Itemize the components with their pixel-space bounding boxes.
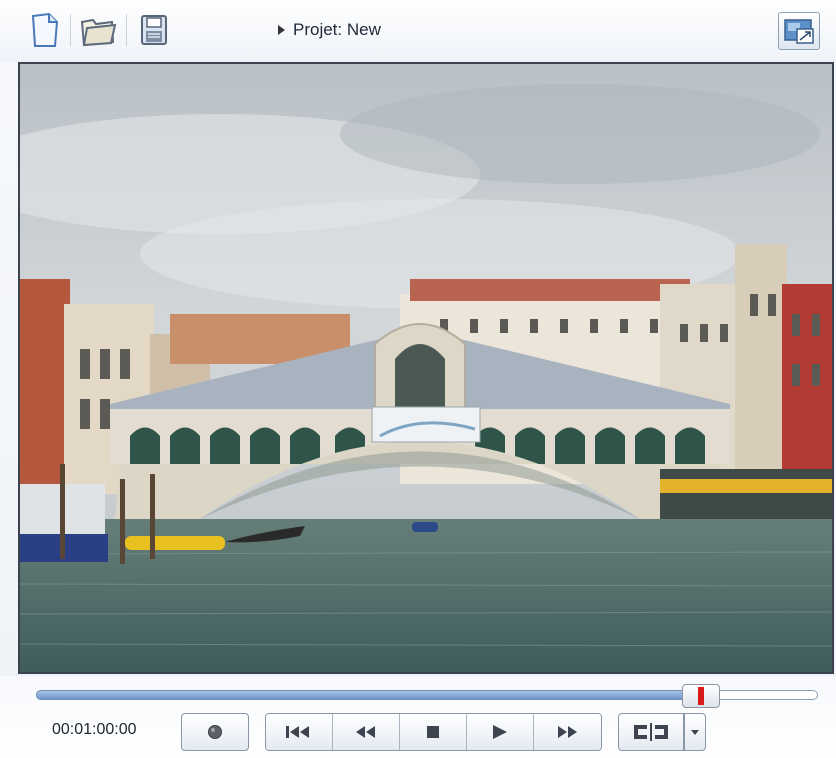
top-toolbar: Projet: New <box>0 0 836 62</box>
timecode: 00:01:00:00 <box>52 721 137 738</box>
skip-to-start-button[interactable] <box>266 714 333 750</box>
playback-controls: 00:01:00:00 <box>0 676 836 758</box>
new-document-icon <box>31 12 59 47</box>
dropdown-arrow-icon <box>691 730 699 735</box>
split-icon <box>634 723 668 741</box>
project-selector[interactable]: Projet: New <box>278 20 381 40</box>
preview-image <box>20 64 832 672</box>
rewind-icon <box>356 726 375 738</box>
fullscreen-button[interactable] <box>778 12 820 50</box>
rewind-button[interactable] <box>333 714 400 750</box>
expand-arrow-icon <box>278 25 285 35</box>
timeline-progress <box>36 690 686 700</box>
fast-forward-icon <box>557 726 577 738</box>
skip-to-start-icon <box>286 726 309 738</box>
toolbar-separator <box>70 14 71 46</box>
stop-icon <box>427 726 439 738</box>
stop-button[interactable] <box>400 714 467 750</box>
split-dropdown-button[interactable] <box>684 713 706 751</box>
project-label: Projet: New <box>293 20 381 39</box>
timeline-thumb[interactable] <box>681 684 720 708</box>
record-button[interactable] <box>181 713 249 751</box>
save-project-button[interactable] <box>134 10 174 50</box>
split-button[interactable] <box>618 713 684 751</box>
toolbar-separator <box>126 14 127 46</box>
fast-forward-button[interactable] <box>534 714 601 750</box>
open-project-button[interactable] <box>78 10 118 50</box>
timeline-slider[interactable] <box>36 684 818 708</box>
fullscreen-icon <box>784 19 814 44</box>
play-icon <box>493 725 507 739</box>
save-disk-icon <box>141 15 167 45</box>
open-folder-icon <box>80 18 117 47</box>
video-player-window: Projet: New 00:01:00:00 <box>0 0 836 758</box>
record-icon <box>208 725 222 739</box>
play-button[interactable] <box>467 714 534 750</box>
transport-group <box>265 713 602 751</box>
video-preview[interactable] <box>18 62 834 674</box>
new-project-button[interactable] <box>24 10 64 50</box>
